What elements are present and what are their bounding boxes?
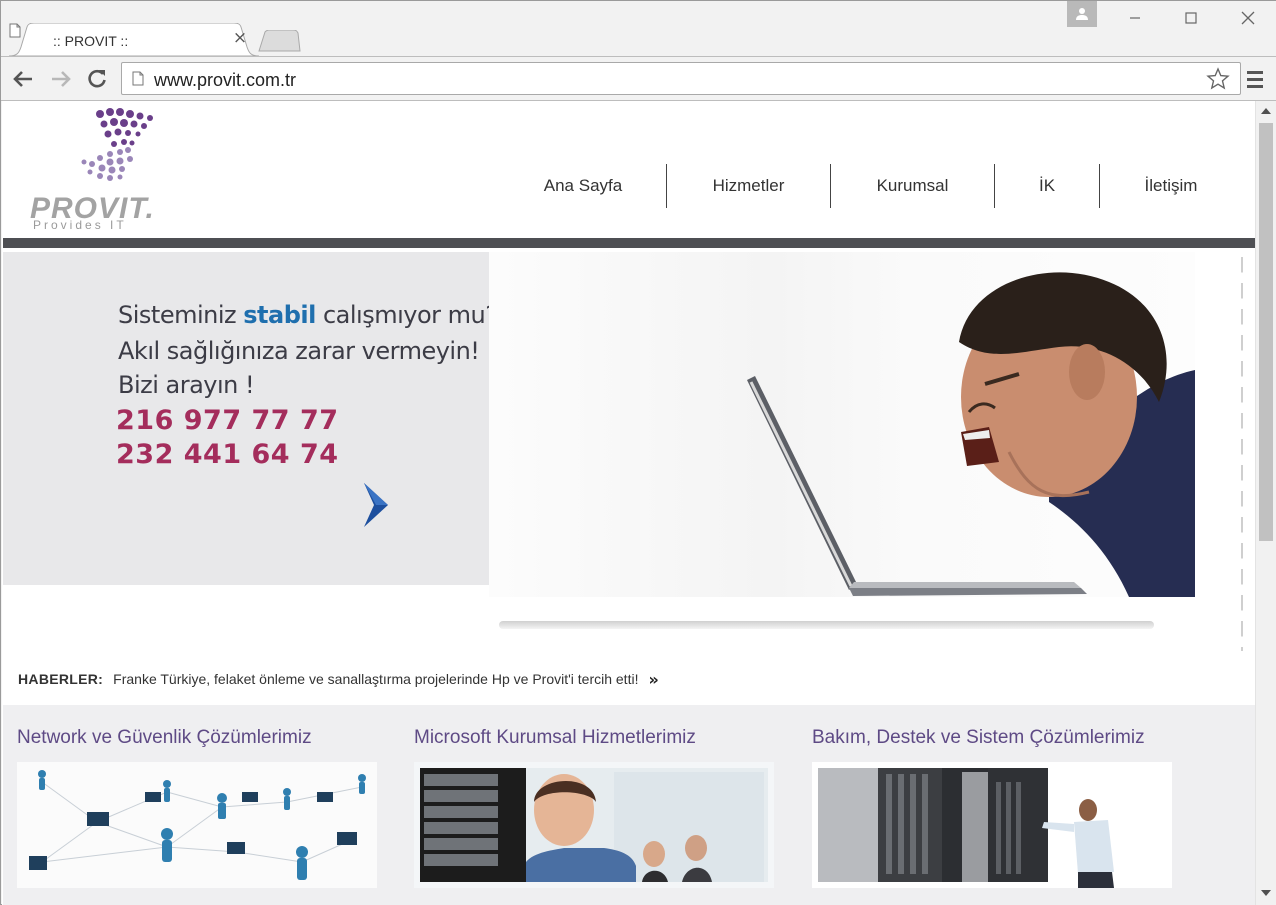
service-title[interactable]: Network ve Güvenlik Çözümlerimiz [17,727,377,749]
slider-next-arrow-icon[interactable] [360,481,392,529]
service-title[interactable]: Microsoft Kurumsal Hizmetlerimiz [414,727,774,749]
nav-kurumsal[interactable]: Kurumsal [831,164,994,208]
server-engineer-image[interactable] [414,762,774,888]
service-card-network[interactable]: Network ve Güvenlik Çözümlerimiz [17,727,377,888]
title-bar: :: PROVIT :: × [1,1,1276,57]
hero-headline-2: Akıl sağlığınıza zarar vermeyin! [118,337,480,365]
menu-icon[interactable] [1243,65,1267,93]
logo-tagline: Provides IT [33,218,127,232]
nav-ana-sayfa[interactable]: Ana Sayfa [500,164,666,208]
network-people-image[interactable] [17,762,377,888]
page-viewport: PROVIT. Provides IT Ana Sayfa Hizmetler … [2,101,1255,905]
page-icon [132,71,144,86]
browser-toolbar: www.provit.com.tr [1,56,1276,101]
nav-iletisim[interactable]: İletişim [1100,164,1242,208]
nav-ik[interactable]: İK [995,164,1099,208]
hero-phone-1[interactable]: 216 977 77 77 [116,405,339,436]
hero-shadow [499,621,1154,629]
forward-arrow-icon [52,71,71,87]
reload-icon [88,69,106,88]
service-title[interactable]: Bakım, Destek ve Sistem Çözümlerimiz [812,727,1172,749]
double-chevron-right-icon[interactable]: » [648,670,658,689]
network-diagram-illustration [17,762,377,888]
server-engineer-illustration [414,762,774,888]
minimize-icon [1130,17,1140,19]
scroll-up-arrow-icon[interactable] [1261,107,1271,115]
scroll-down-arrow-icon[interactable] [1261,889,1271,897]
tab-close-icon[interactable]: × [231,29,249,47]
hero-phone-2[interactable]: 232 441 64 74 [116,439,339,470]
header-divider-bar [3,238,1255,248]
hero-headline-1: Sisteminiz stabil calışmıyor mu? [118,301,498,329]
news-headline-link[interactable]: Franke Türkiye, felaket önleme ve sanall… [113,671,638,687]
reload-button[interactable] [83,65,111,93]
logo-mark-icon [81,108,153,181]
main-navigation: Ana Sayfa Hizmetler Kurumsal İK İletişim [500,164,1242,208]
nav-hizmetler[interactable]: Hizmetler [667,164,830,208]
browser-window: :: PROVIT :: × www.provit.com.tr PROVIT.… [0,0,1276,905]
url-text: www.provit.com.tr [154,70,297,90]
close-window-button[interactable] [1226,1,1270,35]
service-card-microsoft[interactable]: Microsoft Kurumsal Hizmetlerimiz [414,727,774,888]
news-label: HABERLER: [18,671,104,687]
bookmark-star-icon[interactable] [1206,67,1230,91]
hero-image [489,252,1195,597]
back-arrow-icon [13,71,32,87]
back-button[interactable] [9,65,37,93]
browser-tab[interactable]: :: PROVIT :: × [9,23,259,56]
tab-title: :: PROVIT :: [53,33,129,49]
news-ticker: HABERLER: Franke Türkiye, felaket önleme… [18,669,659,689]
close-icon [1241,11,1255,25]
forward-button[interactable] [47,65,75,93]
provit-logo[interactable]: PROVIT. Provides IT [30,106,205,232]
profile-avatar-icon[interactable] [1067,1,1097,27]
maximize-button[interactable] [1169,1,1213,35]
scrollbar-thumb[interactable] [1259,123,1273,541]
datacenter-technician-image[interactable] [812,762,1172,888]
vertical-scrollbar[interactable] [1255,101,1276,905]
hero-headline-3: Bizi arayın ! [118,371,255,399]
angry-man-laptop-illustration [747,272,1195,597]
page-icon [9,23,21,38]
tab-shape [9,23,259,56]
minimize-button[interactable] [1113,1,1157,35]
address-bar[interactable]: www.provit.com.tr [121,62,1241,95]
new-tab-button[interactable] [257,30,301,52]
datacenter-illustration [812,762,1172,888]
maximize-icon [1185,12,1197,24]
service-card-bakim[interactable]: Bakım, Destek ve Sistem Çözümlerimiz [812,727,1172,888]
decorative-dashes [1241,257,1243,651]
